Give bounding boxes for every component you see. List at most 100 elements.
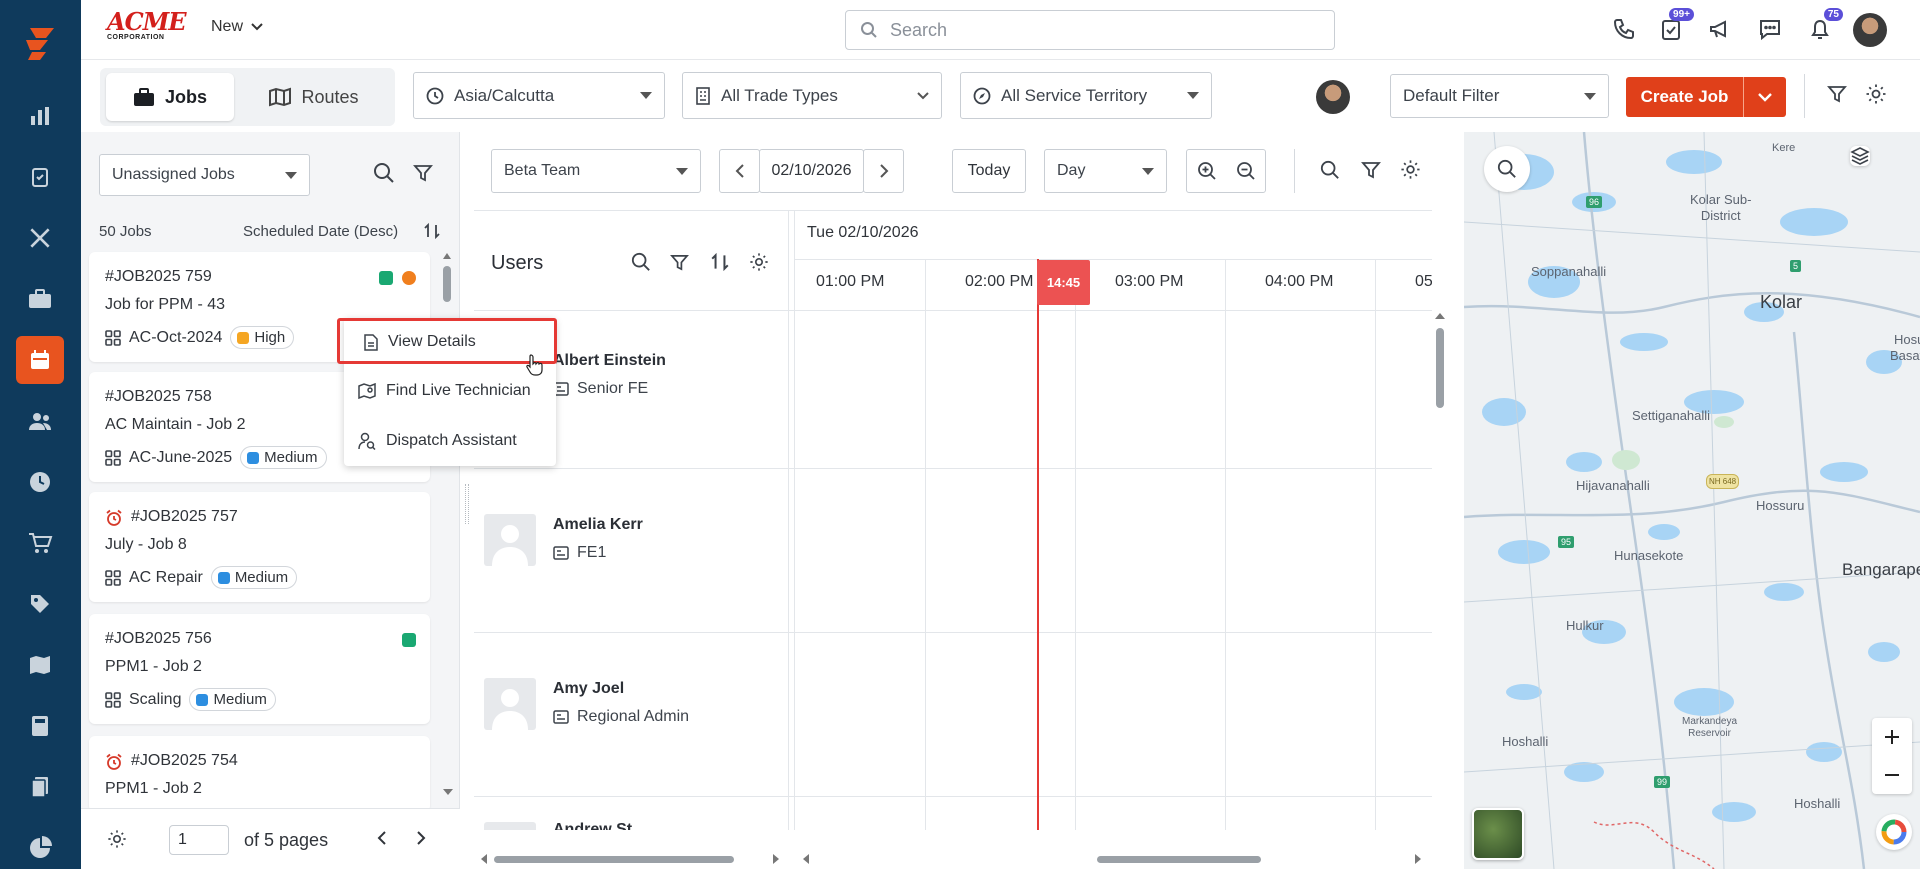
job-card[interactable]: #JOB2025 756 PPM1 - Job 2 Scaling Medium [89, 614, 430, 724]
users-hscroll-thumb[interactable] [494, 856, 734, 863]
megaphone-icon[interactable] [1705, 14, 1735, 44]
documents-icon[interactable] [16, 763, 64, 811]
map-label: Hoshalli [1794, 796, 1841, 811]
search-icon[interactable] [373, 162, 395, 184]
sort-toggle-icon[interactable] [423, 222, 441, 240]
dashboard-icon[interactable] [16, 92, 64, 140]
caret-down-icon [1584, 92, 1596, 100]
job-name: AC Maintain - Job 2 [105, 416, 246, 433]
map-layers-button[interactable] [1850, 146, 1870, 166]
map-label: Markandeya Reservoir [1682, 716, 1738, 739]
tools-icon[interactable] [16, 214, 64, 262]
create-job-dropdown[interactable] [1744, 92, 1786, 102]
time-slot: 03:00 PM [1115, 273, 1184, 290]
user-row[interactable]: Amy Joel Regional Admin [474, 632, 788, 796]
user-role: Regional Admin [553, 708, 689, 726]
next-date-button[interactable] [863, 149, 904, 193]
service-territory-select[interactable]: All Service Territory [960, 72, 1212, 119]
user-row[interactable]: Amelia Kerr FE1 [474, 468, 788, 632]
map-icon[interactable] [16, 641, 64, 689]
plus-icon[interactable] [1884, 729, 1900, 745]
sort-icon[interactable] [710, 252, 730, 272]
company-logo[interactable]: ACME CORPORATION [107, 10, 187, 46]
filter-icon[interactable] [1361, 160, 1381, 180]
scroll-left-icon[interactable] [480, 854, 488, 864]
bell-icon[interactable]: 75 [1805, 8, 1843, 44]
map-search-button[interactable] [1484, 146, 1530, 192]
calendar-icon[interactable] [16, 336, 64, 384]
scroll-down-icon[interactable] [443, 788, 453, 796]
job-card[interactable]: #JOB2025 757 July - Job 8 AC Repair Medi… [89, 492, 430, 602]
phone-icon[interactable] [1609, 14, 1639, 44]
status-square [402, 633, 416, 647]
gear-icon[interactable] [1400, 159, 1421, 180]
filter-icon[interactable] [670, 253, 689, 272]
zoom-in-icon[interactable] [1197, 161, 1217, 181]
tag-icon[interactable] [16, 580, 64, 628]
reports-icon[interactable] [16, 824, 64, 869]
zoom-controls [1186, 149, 1266, 193]
satellite-toggle[interactable] [1472, 808, 1524, 860]
panel-resize-handle[interactable] [465, 484, 469, 524]
app-logo-icon[interactable] [16, 18, 64, 66]
scroll-right-icon[interactable] [1414, 854, 1422, 864]
next-page-icon[interactable] [416, 830, 426, 846]
gear-icon[interactable] [107, 829, 127, 849]
timeline-hscroll-thumb[interactable] [1097, 856, 1261, 863]
tasks-icon[interactable] [16, 153, 64, 201]
global-search-input[interactable]: Search [845, 10, 1335, 50]
caret-down-icon [1142, 167, 1154, 175]
tasks-badge-icon[interactable]: 99+ [1656, 8, 1694, 44]
default-filter-select[interactable]: Default Filter [1390, 74, 1609, 118]
user-name: Albert Einstein [553, 352, 666, 369]
chat-icon[interactable] [1755, 14, 1785, 44]
scroll-up-icon[interactable] [1435, 312, 1445, 320]
menu-item-find-live-technician[interactable]: Find Live Technician [344, 371, 556, 411]
app-widget-button[interactable] [1876, 814, 1912, 850]
calculator-icon[interactable] [16, 702, 64, 750]
menu-item-dispatch-assistant[interactable]: Dispatch Assistant [344, 421, 556, 461]
cart-icon[interactable] [16, 519, 64, 567]
today-button[interactable]: Today [952, 149, 1026, 193]
filter-icon[interactable] [413, 163, 433, 183]
gear-icon[interactable] [749, 252, 769, 272]
dispatcher-avatar[interactable] [1316, 80, 1350, 114]
trade-types-select[interactable]: All Trade Types [682, 72, 942, 119]
prev-page-icon[interactable] [377, 830, 387, 846]
zoom-out-icon[interactable] [1236, 161, 1256, 181]
scroll-left-icon[interactable] [802, 854, 810, 864]
sort-label[interactable]: Scheduled Date (Desc) [243, 223, 398, 240]
prev-date-button[interactable] [719, 149, 760, 193]
minus-icon[interactable] [1884, 767, 1900, 783]
briefcase-icon[interactable] [16, 275, 64, 323]
service-territory-value: All Service Territory [1001, 85, 1148, 105]
team-select[interactable]: Beta Team [491, 149, 701, 193]
map-view[interactable]: Kolar Sub- District Kolar Soppanahalli S… [1464, 132, 1920, 869]
search-icon[interactable] [631, 252, 651, 272]
user-row[interactable]: Andrew St... [474, 796, 788, 830]
new-dropdown[interactable]: New [211, 18, 263, 36]
map-label: Hoshalli [1502, 734, 1549, 749]
priority-label: High [254, 329, 286, 346]
date-picker[interactable]: 02/10/2026 [759, 149, 864, 193]
priority-badge: Medium [210, 566, 298, 589]
filter-icon[interactable] [1827, 84, 1847, 104]
scroll-thumb[interactable] [443, 266, 451, 302]
scroll-right-icon[interactable] [772, 854, 780, 864]
view-select[interactable]: Day [1044, 149, 1167, 193]
clock-icon[interactable] [16, 458, 64, 506]
users-icon[interactable] [16, 397, 64, 445]
job-name: July - Job 8 [105, 536, 187, 553]
gear-icon[interactable] [1865, 83, 1887, 105]
timezone-select[interactable]: Asia/Calcutta [413, 72, 665, 119]
user-avatar[interactable] [1853, 13, 1887, 47]
schedule-scroll-thumb[interactable] [1436, 328, 1444, 408]
search-placeholder: Search [890, 19, 948, 40]
search-icon[interactable] [1320, 160, 1340, 180]
job-card[interactable]: #JOB2025 754 PPM1 - Job 2 [89, 736, 430, 812]
job-filter-select[interactable]: Unassigned Jobs [99, 154, 310, 196]
tab-routes[interactable]: Routes [244, 73, 384, 121]
tab-jobs[interactable]: Jobs [106, 73, 234, 121]
page-number-input[interactable]: 1 [169, 825, 229, 855]
create-job-button[interactable]: Create Job [1626, 77, 1786, 117]
